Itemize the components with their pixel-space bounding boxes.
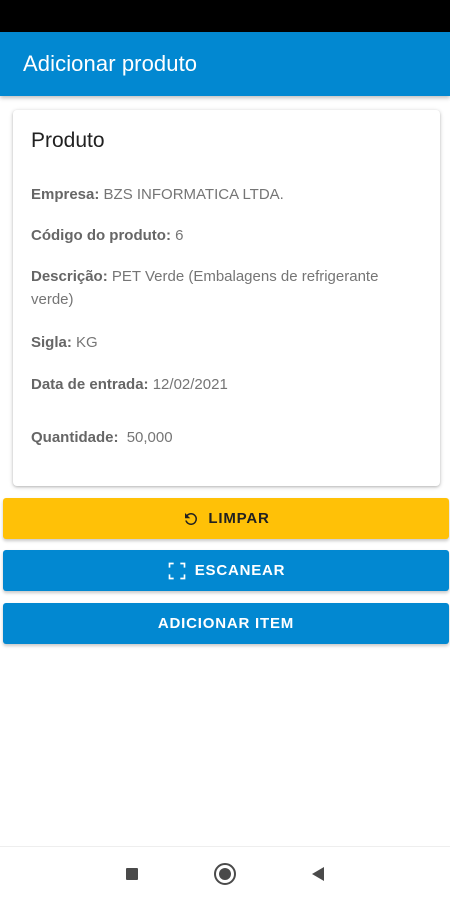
scan-button-label: ESCANEAR bbox=[194, 562, 286, 579]
field-label: Descrição: bbox=[31, 268, 108, 285]
field-label: Quantidade: bbox=[31, 429, 119, 446]
card-title: Produto bbox=[31, 129, 105, 152]
refresh-icon bbox=[182, 510, 200, 528]
scan-button[interactable]: ESCANEAR bbox=[3, 550, 449, 591]
field-descricao: Descrição: PET Verde (Embalagens de refr… bbox=[31, 265, 411, 311]
field-label: Sigla: bbox=[31, 334, 72, 351]
clear-button-label: LIMPAR bbox=[208, 510, 270, 527]
quantity-value[interactable]: 50,000 bbox=[127, 429, 173, 446]
back-triangle-icon[interactable] bbox=[305, 861, 331, 887]
product-card: Produto Empresa: BZS INFORMATICA LTDA. C… bbox=[13, 110, 440, 486]
field-quantidade: Quantidade: 50,000 bbox=[31, 426, 411, 449]
field-label: Código do produto: bbox=[31, 227, 171, 244]
scan-frame-icon bbox=[167, 561, 187, 581]
system-nav-bar bbox=[0, 846, 450, 900]
field-empresa: Empresa: BZS INFORMATICA LTDA. bbox=[31, 183, 411, 206]
field-data-entrada: Data de entrada: 12/02/2021 bbox=[31, 373, 411, 396]
recents-square-icon[interactable] bbox=[119, 861, 145, 887]
field-label: Empresa: bbox=[31, 186, 100, 203]
page-title: Adicionar produto bbox=[23, 51, 198, 76]
field-value: 6 bbox=[175, 227, 184, 244]
field-value: 12/02/2021 bbox=[152, 376, 228, 393]
field-sigla: Sigla: KG bbox=[31, 331, 411, 354]
add-item-button-label: ADICIONAR ITEM bbox=[157, 615, 295, 632]
home-circle-icon[interactable] bbox=[212, 861, 238, 887]
field-label: Data de entrada: bbox=[31, 376, 149, 393]
clear-button[interactable]: LIMPAR bbox=[3, 498, 449, 539]
field-value: KG bbox=[76, 334, 98, 351]
field-codigo: Código do produto: 6 bbox=[31, 224, 411, 247]
status-bar bbox=[0, 0, 450, 32]
field-value: BZS INFORMATICA LTDA. bbox=[103, 186, 284, 203]
app-bar: Adicionar produto bbox=[0, 32, 450, 96]
add-item-button[interactable]: ADICIONAR ITEM bbox=[3, 603, 449, 644]
